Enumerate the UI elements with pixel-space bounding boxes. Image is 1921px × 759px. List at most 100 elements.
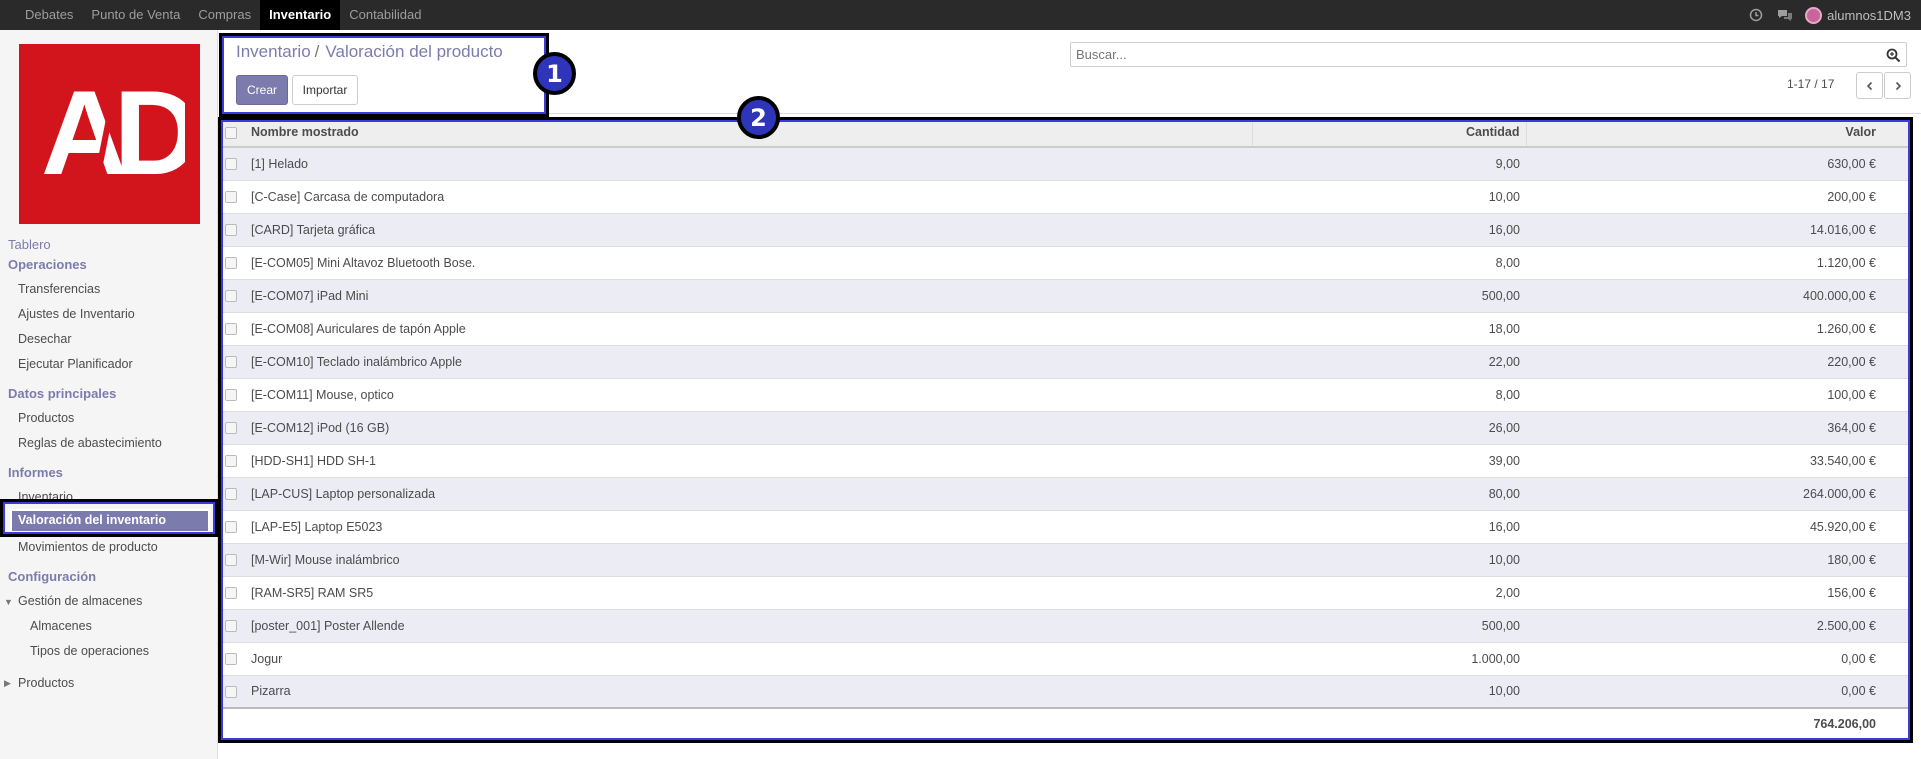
cell-name: [M-Wir] Mouse inalámbrico — [245, 542, 1252, 576]
sidebar-item-productos-config[interactable]: Productos — [18, 676, 74, 690]
table-row[interactable]: [E-COM08] Auriculares de tapón Apple 18,0… — [221, 311, 1910, 345]
cell-name: Pizarra — [245, 674, 1252, 708]
breadcrumb-parent[interactable]: Inventario — [236, 42, 311, 61]
table-row[interactable]: [E-COM11] Mouse, optico 8,00 100,00 € — [221, 377, 1910, 411]
cell-qty: 18,00 — [1252, 311, 1526, 345]
topnav-item-debates[interactable]: Debates — [16, 0, 82, 30]
row-checkbox[interactable] — [221, 575, 245, 609]
sidebar-item-tipos[interactable]: Tipos de operaciones — [30, 644, 149, 658]
caret-down-icon[interactable]: ▼ — [4, 597, 13, 607]
sidebar: AD Tablero Operaciones Transferencias Aj… — [0, 30, 218, 759]
sidebar-item-gestion[interactable]: Gestión de almacenes — [18, 594, 142, 608]
valuation-table: Nombre mostrado Cantidad Valor [1] Helad… — [221, 118, 1910, 738]
row-checkbox[interactable] — [221, 278, 245, 312]
cell-name: [HDD-SH1] HDD SH-1 — [245, 443, 1252, 477]
select-all-checkbox[interactable] — [221, 118, 245, 148]
column-header-spacer — [1882, 118, 1910, 148]
row-checkbox[interactable] — [221, 509, 245, 543]
row-checkbox[interactable] — [221, 443, 245, 477]
pager-value[interactable]: 1-17 / 17 — [1787, 77, 1834, 91]
cell-name: [LAP-CUS] Laptop personalizada — [245, 476, 1252, 510]
sidebar-item-transferencias[interactable]: Transferencias — [18, 282, 100, 296]
row-checkbox[interactable] — [221, 311, 245, 345]
table-row[interactable]: [RAM-SR5] RAM SR5 2,00 156,00 € — [221, 575, 1910, 609]
row-checkbox[interactable] — [221, 377, 245, 411]
cell-qty: 9,00 — [1252, 146, 1526, 180]
sidebar-item-planificador[interactable]: Ejecutar Planificador — [18, 357, 133, 371]
table-row[interactable]: Pizarra 10,00 0,00 € — [221, 674, 1910, 708]
cell-qty: 16,00 — [1252, 212, 1526, 246]
sidebar-item-reglas[interactable]: Reglas de abastecimiento — [18, 436, 162, 450]
search-icon[interactable] — [1886, 48, 1901, 63]
row-checkbox[interactable] — [221, 410, 245, 444]
row-checkbox[interactable] — [221, 674, 245, 708]
chevron-left-icon — [1866, 81, 1872, 90]
table-row[interactable]: [LAP-E5] Laptop E5023 16,00 45.920,00 € — [221, 509, 1910, 543]
import-button[interactable]: Importar — [292, 75, 358, 105]
sidebar-section-tablero[interactable]: Tablero — [8, 237, 51, 252]
column-header-qty[interactable]: Cantidad — [1252, 118, 1527, 148]
pager-previous-button[interactable] — [1856, 72, 1883, 99]
row-checkbox[interactable] — [221, 245, 245, 279]
table-row[interactable]: [E-COM12] iPod (16 GB) 26,00 364,00 € — [221, 410, 1910, 444]
user-menu[interactable]: alumnos1DM3 — [1805, 6, 1911, 24]
table-row[interactable]: [E-COM07] iPad Mini 500,00 400.000,00 € — [221, 278, 1910, 312]
table-row[interactable]: [1] Helado 9,00 630,00 € — [221, 146, 1910, 180]
cell-qty: 2,00 — [1252, 575, 1526, 609]
clock-icon[interactable] — [1749, 8, 1763, 22]
table-row[interactable]: Jogur 1.000,00 0,00 € — [221, 641, 1910, 675]
cell-name: Jogur — [245, 641, 1252, 675]
table-row[interactable]: [poster_001] Poster Allende 500,00 2.500,0… — [221, 608, 1910, 642]
sidebar-item-movimientos[interactable]: Movimientos de producto — [18, 540, 158, 554]
annotation-badge-1: 1 — [533, 52, 576, 95]
sidebar-item-valoracion[interactable]: Valoración del inventario — [10, 509, 210, 533]
table-row[interactable]: [CARD] Tarjeta gráfica 16,00 14.016,00 € — [221, 212, 1910, 246]
cell-name: [E-COM05] Mini Altavoz Bluetooth Bose. — [245, 245, 1252, 279]
column-header-value[interactable]: Valor — [1526, 118, 1882, 148]
sidebar-item-inventario[interactable]: Inventario — [18, 490, 73, 504]
create-button[interactable]: Crear — [236, 75, 288, 105]
chat-icon[interactable] — [1777, 8, 1793, 22]
row-checkbox[interactable] — [221, 476, 245, 510]
row-checkbox[interactable] — [221, 344, 245, 378]
cell-name: [CARD] Tarjeta gráfica — [245, 212, 1252, 246]
topnav-item-punto-de-venta[interactable]: Punto de Venta — [82, 0, 189, 30]
annotation-badge-2: 2 — [737, 96, 780, 139]
cell-value: 45.920,00 € — [1526, 509, 1882, 543]
row-checkbox[interactable] — [221, 608, 245, 642]
cell-qty: 39,00 — [1252, 443, 1526, 477]
table-row[interactable]: [HDD-SH1] HDD SH-1 39,00 33.540,00 € — [221, 443, 1910, 477]
sidebar-item-desechar[interactable]: Desechar — [18, 332, 72, 346]
cell-value: 14.016,00 € — [1526, 212, 1882, 246]
cell-qty: 500,00 — [1252, 278, 1526, 312]
cell-value: 156,00 € — [1526, 575, 1882, 609]
table-row[interactable]: [E-COM10] Teclado inalámbrico Apple 22,00… — [221, 344, 1910, 378]
topnav-item-contabilidad[interactable]: Contabilidad — [340, 0, 430, 30]
row-checkbox[interactable] — [221, 179, 245, 213]
sidebar-item-productos[interactable]: Productos — [18, 411, 74, 425]
topnav-item-compras[interactable]: Compras — [189, 0, 260, 30]
caret-right-icon[interactable]: ▶ — [4, 678, 11, 689]
table-row[interactable]: [E-COM05] Mini Altavoz Bluetooth Bose. 8,… — [221, 245, 1910, 279]
main-menu: Debates Punto de Venta Compras Inventario Co… — [0, 0, 431, 30]
row-checkbox[interactable] — [221, 212, 245, 246]
cell-value: 264.000,00 € — [1526, 476, 1882, 510]
pager-next-button[interactable] — [1884, 72, 1911, 99]
row-checkbox[interactable] — [221, 542, 245, 576]
topnav-item-inventario[interactable]: Inventario — [260, 0, 341, 30]
top-navbar: Debates Punto de Venta Compras Inventario Co… — [0, 0, 1921, 30]
table-header-row: Nombre mostrado Cantidad Valor — [221, 118, 1910, 148]
table-row[interactable]: [LAP-CUS] Laptop personalizada 80,00 264.0… — [221, 476, 1910, 510]
row-checkbox[interactable] — [221, 641, 245, 675]
sidebar-item-almacenes[interactable]: Almacenes — [30, 619, 92, 633]
search-input[interactable] — [1071, 43, 1906, 66]
cell-qty: 8,00 — [1252, 245, 1526, 279]
sidebar-item-ajustes[interactable]: Ajustes de Inventario — [18, 307, 135, 321]
cell-value: 180,00 € — [1526, 542, 1882, 576]
table-row[interactable]: [M-Wir] Mouse inalámbrico 10,00 180,00 € — [221, 542, 1910, 576]
cell-value: 200,00 € — [1526, 179, 1882, 213]
sidebar-section-informes: Informes — [8, 465, 63, 480]
row-checkbox[interactable] — [221, 146, 245, 180]
cell-value: 33.540,00 € — [1526, 443, 1882, 477]
table-row[interactable]: [C-Case] Carcasa de computadora 10,00 200,… — [221, 179, 1910, 213]
